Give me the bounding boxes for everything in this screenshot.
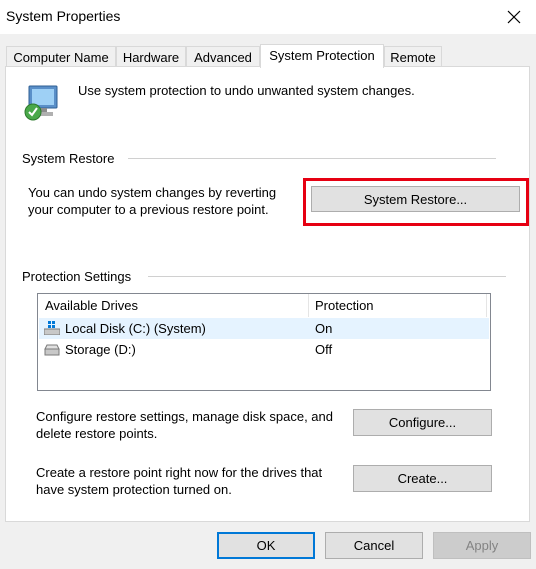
list-item-storage-d[interactable]: Storage (D:) Off xyxy=(39,339,489,360)
configure-text-line2: delete restore points. xyxy=(36,426,158,441)
highlight-annotation xyxy=(303,178,529,226)
create-text-line2: have system protection turned on. xyxy=(36,482,232,497)
close-icon xyxy=(507,10,521,24)
tab-computer-name[interactable]: Computer Name xyxy=(6,46,116,66)
configure-button[interactable]: Configure... xyxy=(353,409,492,436)
column-separator xyxy=(486,294,487,317)
system-restore-text-line2: your computer to a previous restore poin… xyxy=(28,202,269,217)
create-button[interactable]: Create... xyxy=(353,465,492,492)
column-separator xyxy=(308,294,309,317)
list-item-local-disk-c[interactable]: Local Disk (C:) (System) On xyxy=(39,318,489,339)
divider xyxy=(148,276,506,277)
column-header-protection[interactable]: Protection xyxy=(315,298,374,313)
column-header-available-drives[interactable]: Available Drives xyxy=(45,298,138,313)
system-restore-heading: System Restore xyxy=(22,151,115,166)
system-restore-text-line1: You can undo system changes by reverting xyxy=(28,185,277,200)
tab-advanced[interactable]: Advanced xyxy=(186,46,260,66)
system-drive-icon xyxy=(44,321,60,335)
tab-panel-system-protection: Use system protection to undo unwanted s… xyxy=(5,66,530,522)
drive-protection-status: On xyxy=(315,321,333,336)
divider xyxy=(128,158,496,159)
protection-settings-heading: Protection Settings xyxy=(22,269,132,284)
title-bar: System Properties xyxy=(0,0,536,34)
apply-button[interactable]: Apply xyxy=(433,532,531,559)
drive-protection-status: Off xyxy=(315,342,333,357)
ok-button[interactable]: OK xyxy=(217,532,315,559)
window-title: System Properties xyxy=(6,8,121,24)
tab-remote[interactable]: Remote xyxy=(384,46,442,66)
cancel-button[interactable]: Cancel xyxy=(325,532,423,559)
drive-icon xyxy=(44,344,60,356)
close-button[interactable] xyxy=(492,0,536,34)
tab-hardware[interactable]: Hardware xyxy=(116,46,186,66)
drive-name: Storage (D:) xyxy=(65,342,136,357)
drive-name: Local Disk (C:) (System) xyxy=(65,321,206,336)
configure-text-line1: Configure restore settings, manage disk … xyxy=(36,409,334,424)
system-protection-icon xyxy=(24,85,58,121)
intro-text: Use system protection to undo unwanted s… xyxy=(78,83,415,98)
drives-list[interactable]: Available Drives Protection Local Disk (… xyxy=(37,293,491,391)
create-text-line1: Create a restore point right now for the… xyxy=(36,465,323,480)
tab-system-protection[interactable]: System Protection xyxy=(260,44,384,68)
